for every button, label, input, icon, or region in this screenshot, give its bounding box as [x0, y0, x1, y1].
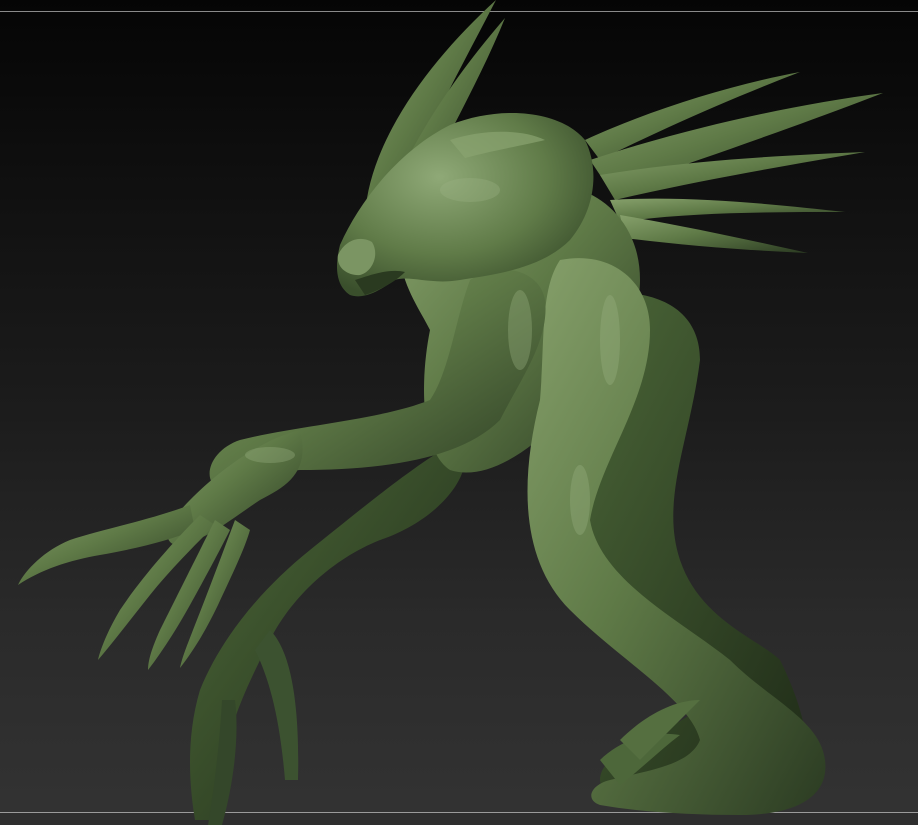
- 3d-viewport[interactable]: [0, 0, 918, 825]
- back-spines: [585, 72, 883, 253]
- creature-sculpt-model[interactable]: [0, 0, 918, 825]
